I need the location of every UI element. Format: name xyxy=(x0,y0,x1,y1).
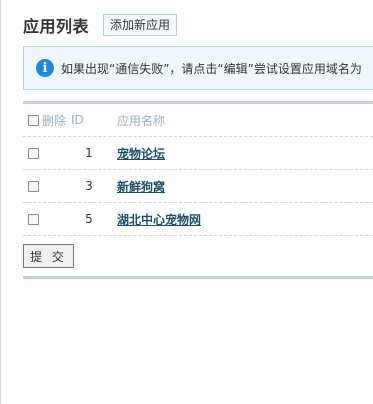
app-name-link[interactable]: 湖北中心宠物网 xyxy=(117,213,201,227)
table-header-row: 删除 ID 应用名称 xyxy=(23,104,373,137)
row-checkbox-cell xyxy=(23,180,71,192)
submit-button[interactable]: 提 交 xyxy=(23,244,74,268)
table-row: 5 湖北中心宠物网 xyxy=(23,203,373,236)
page-title: 应用列表 xyxy=(23,17,90,36)
row-id: 1 xyxy=(85,146,93,160)
delete-column-header: 删除 xyxy=(42,113,67,128)
select-all-checkbox[interactable] xyxy=(28,114,39,126)
app-name-link[interactable]: 宠物论坛 xyxy=(117,147,165,161)
row-checkbox[interactable] xyxy=(28,180,39,192)
app-name-link[interactable]: 新鲜狗窝 xyxy=(117,180,165,194)
row-name-cell: 新鲜狗窝 xyxy=(117,178,373,195)
id-column-header: ID xyxy=(71,113,84,127)
app-table: 删除 ID 应用名称 1 宠物论坛 3 新鲜狗窝 5 湖北中心宠物网 提 交 xyxy=(23,101,373,279)
row-id: 3 xyxy=(85,179,93,193)
table-row: 3 新鲜狗窝 xyxy=(23,170,373,203)
row-id: 5 xyxy=(85,212,93,226)
row-checkbox-cell xyxy=(23,213,71,225)
row-checkbox[interactable] xyxy=(28,147,39,159)
name-column-header: 应用名称 xyxy=(117,113,166,128)
left-border xyxy=(0,0,1,404)
info-icon: i xyxy=(36,59,54,77)
row-name-cell: 宠物论坛 xyxy=(117,145,373,162)
header-delete-cell: 删除 xyxy=(23,112,71,129)
row-checkbox[interactable] xyxy=(28,213,39,225)
table-row: 1 宠物论坛 xyxy=(23,137,373,170)
row-checkbox-cell xyxy=(23,147,71,159)
notice-text: 如果出现“通信失败”，请点击“编辑”尝试设置应用域名为 xyxy=(61,61,362,76)
add-app-button[interactable]: 添加新应用 xyxy=(103,14,178,36)
submit-row: 提 交 xyxy=(23,236,373,279)
page-header: 应用列表 添加新应用 xyxy=(23,12,178,38)
row-name-cell: 湖北中心宠物网 xyxy=(117,211,373,228)
notice-box: i 如果出现“通信失败”，请点击“编辑”尝试设置应用域名为 xyxy=(23,46,373,90)
